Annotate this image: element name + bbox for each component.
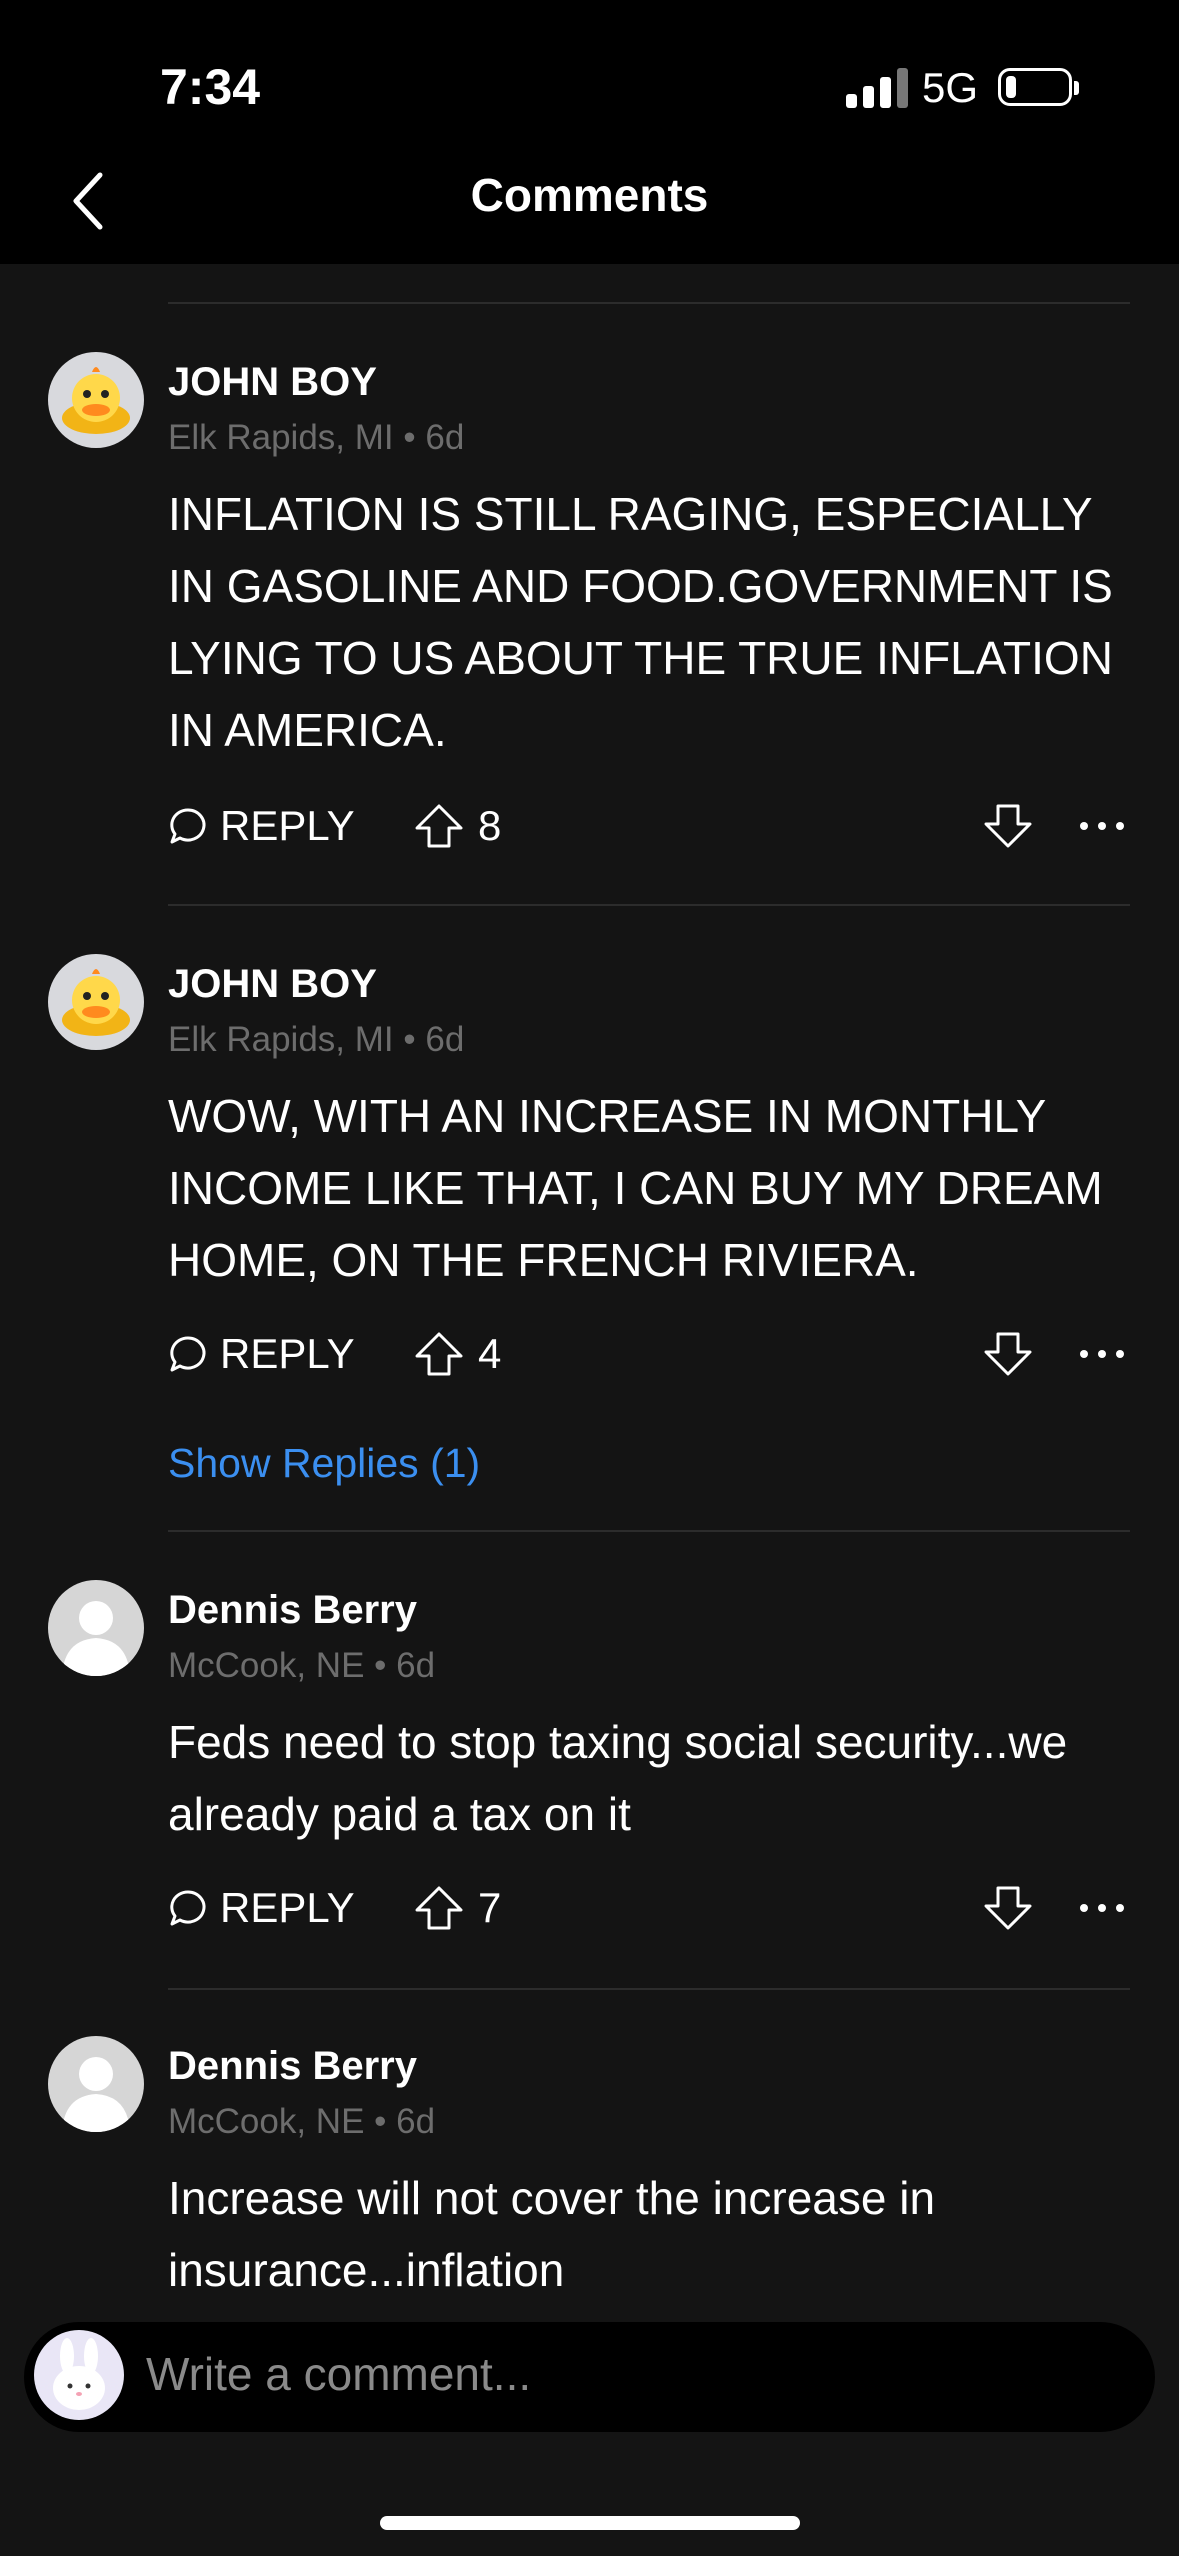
comment-author[interactable]: JOHN BOY	[168, 360, 377, 405]
more-options-button[interactable]	[1074, 1322, 1130, 1386]
arrow-down-icon	[984, 804, 1032, 848]
more-options-button[interactable]	[1074, 1876, 1130, 1940]
divider	[168, 904, 1130, 906]
meta-separator: •	[374, 2102, 387, 2141]
reply-button[interactable]: REPLY	[168, 1876, 355, 1940]
comment-meta: Elk Rapids, MI • 6d	[168, 1020, 464, 1060]
comment-author[interactable]: Dennis Berry	[168, 2044, 417, 2089]
comment-actions: REPLY 4	[0, 1322, 1179, 1386]
ellipsis-icon	[1080, 822, 1124, 830]
divider	[168, 302, 1130, 304]
default-person-icon	[62, 1601, 130, 1676]
status-bar: 7:34 5G	[0, 0, 1179, 160]
comment-input-placeholder: Write a comment...	[146, 2348, 532, 2400]
meta-separator: •	[403, 418, 416, 457]
status-time: 7:34	[160, 59, 261, 115]
reply-label: REPLY	[220, 802, 355, 849]
arrow-down-icon	[984, 1886, 1032, 1930]
speech-bubble-icon	[170, 808, 206, 844]
duck-avatar-icon	[62, 969, 130, 1036]
reply-label: REPLY	[220, 1884, 355, 1931]
upvote-button[interactable]: 7	[414, 1876, 501, 1940]
avatar[interactable]	[48, 352, 144, 448]
arrow-up-icon	[415, 804, 463, 848]
speech-bubble-icon	[170, 1336, 206, 1372]
network-type: 5G	[922, 64, 979, 111]
bunny-avatar-icon	[53, 2338, 105, 2410]
upvote-button[interactable]: 4	[414, 1322, 501, 1386]
downvote-button[interactable]	[980, 1876, 1036, 1940]
comment-text: Increase will not cover the increase in …	[168, 2172, 936, 2296]
arrow-up-icon	[415, 1332, 463, 1376]
comment-age: 6d	[425, 1020, 465, 1059]
meta-separator: •	[403, 1020, 416, 1059]
meta-separator: •	[374, 1646, 387, 1685]
speech-bubble-icon	[170, 1890, 206, 1926]
comment-age: 6d	[425, 418, 465, 457]
battery-icon	[998, 68, 1079, 106]
default-person-icon	[62, 2057, 130, 2132]
divider	[168, 1530, 1130, 1532]
duck-avatar-icon	[62, 367, 130, 434]
comment-location: McCook, NE	[168, 2102, 365, 2141]
arrow-up-icon	[415, 1886, 463, 1930]
signal-icon	[846, 68, 908, 108]
ellipsis-icon	[1080, 1904, 1124, 1912]
avatar[interactable]	[48, 2036, 144, 2132]
downvote-button[interactable]	[980, 1322, 1036, 1386]
comment-meta: Elk Rapids, MI • 6d	[168, 418, 464, 458]
arrow-down-icon	[984, 1332, 1032, 1376]
comment-meta: McCook, NE • 6d	[168, 1646, 435, 1686]
comment-meta: McCook, NE • 6d	[168, 2102, 435, 2142]
comment-text: Feds need to stop taxing social security…	[168, 1716, 1068, 1840]
upvote-count: 4	[478, 1330, 502, 1377]
comment-age: 6d	[396, 2102, 436, 2141]
upvote-count: 8	[478, 802, 502, 849]
avatar	[34, 2330, 124, 2420]
comment-actions: REPLY 7	[0, 1876, 1179, 1940]
page-title: Comments	[470, 169, 709, 221]
comment-author[interactable]: Dennis Berry	[168, 1588, 417, 1633]
comment-author[interactable]: JOHN BOY	[168, 962, 377, 1007]
comment-text: INFLATION IS STILL RAGING, ESPECIALLY IN…	[168, 488, 1113, 756]
downvote-button[interactable]	[980, 794, 1036, 858]
divider	[168, 1988, 1130, 1990]
reply-button[interactable]: REPLY	[168, 794, 355, 858]
comment-text: WOW, WITH AN INCREASE IN MONTHLY INCOME …	[168, 1090, 1103, 1286]
avatar[interactable]	[48, 1580, 144, 1676]
ellipsis-icon	[1080, 1350, 1124, 1358]
upvote-count: 7	[478, 1884, 502, 1931]
reply-label: REPLY	[220, 1330, 355, 1377]
more-options-button[interactable]	[1074, 794, 1130, 858]
upvote-button[interactable]: 8	[414, 794, 501, 858]
reply-button[interactable]: REPLY	[168, 1322, 355, 1386]
comment-location: McCook, NE	[168, 1646, 365, 1685]
show-replies-link[interactable]: Show Replies (1)	[168, 1440, 480, 1487]
comment-actions: REPLY 8	[0, 794, 1179, 858]
comment-location: Elk Rapids, MI	[168, 1020, 394, 1059]
avatar[interactable]	[48, 954, 144, 1050]
home-indicator	[380, 2516, 800, 2530]
comment-age: 6d	[396, 1646, 436, 1685]
comment-location: Elk Rapids, MI	[168, 418, 394, 457]
